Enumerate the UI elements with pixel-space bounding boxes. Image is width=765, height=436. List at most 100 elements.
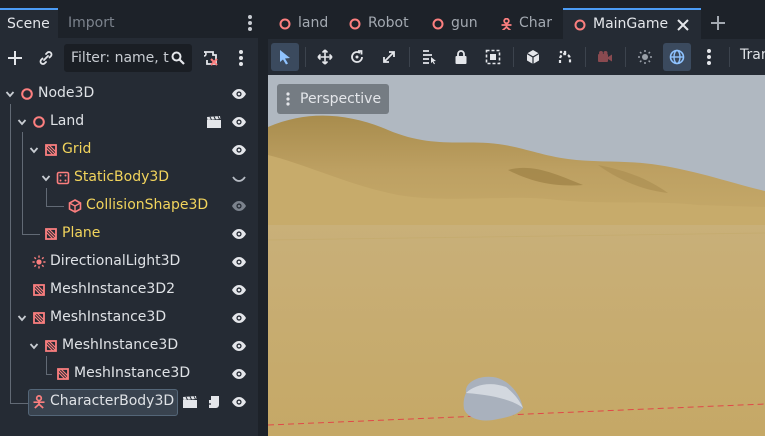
tree-item-label: CollisionShape3D [86,197,209,213]
tree-item-collisionshape3d[interactable]: CollisionShape3D [0,192,256,220]
scene-tab-bar: land Robot gun Char MainGame [268,8,765,39]
perspective-label: Perspective [300,91,382,107]
tree-item-label: Grid [62,141,92,157]
environment-menu-button[interactable] [695,43,723,71]
dock-tab-bar: Scene Import [0,0,262,38]
chevron-down-icon[interactable] [28,144,40,156]
clapperboard-icon[interactable] [206,115,222,129]
node3d-icon [349,18,361,30]
preview-environment-button[interactable] [663,43,691,71]
cursor-arrow-icon [280,50,290,65]
toolbar-separator [305,47,306,67]
preview-sun-button[interactable] [631,43,659,71]
visibility-icon[interactable] [231,171,247,185]
visibility-icon[interactable] [231,311,247,325]
scene-tab-label: Char [519,15,552,31]
transform-menu-label[interactable]: Tran [740,47,765,63]
add-node-icon[interactable] [2,45,28,71]
tree-item-plane[interactable]: Plane [0,220,256,248]
toolbar-separator [585,47,586,67]
kebab-menu-icon [286,92,290,106]
node3d-icon [32,115,46,129]
chevron-down-icon[interactable] [16,116,28,128]
tree-item-label: Node3D [38,85,95,101]
search-icon [171,51,185,65]
dock-splitter[interactable] [258,0,262,436]
snap-icon [558,50,572,63]
scene-tab-label: land [298,15,329,31]
close-icon[interactable] [676,18,690,32]
scale-mode-button[interactable] [375,43,403,71]
tree-item-label: Plane [62,225,101,241]
visibility-icon[interactable] [231,339,247,353]
attach-script-icon[interactable] [197,45,223,71]
3d-viewport[interactable]: Perspective [268,75,765,436]
chevron-down-icon[interactable] [40,172,52,184]
visibility-icon[interactable] [231,143,247,157]
camera-preview-button[interactable] [591,43,619,71]
node3d-icon [574,19,586,31]
visibility-icon[interactable] [231,115,247,129]
local-space-button[interactable] [519,43,547,71]
chevron-down-icon[interactable] [4,88,16,100]
move-icon [317,49,333,65]
tree-item-meshinstance3d2[interactable]: MeshInstance3D2 [0,276,256,304]
node3d-icon [20,87,34,101]
tab-import[interactable]: Import [68,9,114,37]
sun-icon [638,50,652,64]
tree-item-staticbody3d[interactable]: StaticBody3D [0,164,256,192]
mesh-instance-icon [32,311,46,325]
scene-tab-gun[interactable]: gun [421,9,489,39]
scene-menu-icon[interactable] [228,45,254,71]
dock-menu-icon[interactable] [244,12,256,34]
move-mode-button[interactable] [311,43,339,71]
mesh-instance-icon [32,283,46,297]
node3d-icon [279,18,291,30]
instance-scene-link-icon[interactable] [33,45,59,71]
clapperboard-icon[interactable] [182,395,198,409]
group-button[interactable] [479,43,507,71]
tree-item-grid[interactable]: Grid [0,136,256,164]
tree-item-directionallight3d[interactable]: DirectionalLight3D [0,248,256,276]
tree-item-meshinstance3d[interactable]: MeshInstance3D [0,332,256,360]
tree-item-meshinstance3d[interactable]: MeshInstance3D [0,304,256,332]
tree-item-meshinstance3d[interactable]: MeshInstance3D [0,360,256,388]
visibility-icon[interactable] [231,87,247,101]
chevron-down-icon[interactable] [28,340,40,352]
add-tab-icon[interactable] [710,15,726,31]
tab-scene[interactable]: Scene [0,8,58,38]
static-body-icon [56,171,70,185]
visibility-icon[interactable] [231,283,247,297]
visibility-icon[interactable] [231,199,247,213]
list-select-button[interactable] [415,43,443,71]
filter-nodes-field[interactable] [64,44,192,72]
select-mode-button[interactable] [271,43,299,71]
script-icon[interactable] [206,394,221,410]
lock-button[interactable] [447,43,475,71]
toolbar-separator [409,47,410,67]
tree-item-characterbody3d[interactable]: CharacterBody3D [0,388,256,416]
camera-icon [598,51,612,62]
perspective-menu-button[interactable]: Perspective [277,84,390,114]
chevron-down-icon[interactable] [16,312,28,324]
scene-tab-maingame[interactable]: MainGame [563,8,701,39]
kebab-menu-icon [707,49,711,65]
viewport-toolbar [268,39,765,75]
scene-tab-robot[interactable]: Robot [338,9,416,39]
visibility-icon[interactable] [231,255,247,269]
tree-item-label: DirectionalLight3D [50,253,181,269]
scene-tab-land[interactable]: land [268,9,338,39]
scene-tab-char[interactable]: Char [489,9,563,39]
toolbar-separator [729,47,730,67]
snap-button[interactable] [551,43,579,71]
scene-tab-label: MainGame [593,16,669,32]
filter-input[interactable] [71,45,169,71]
sun-icon [32,255,46,269]
tree-item-node3d[interactable]: Node3D [0,80,256,108]
visibility-icon[interactable] [231,395,247,409]
visibility-icon[interactable] [231,367,247,381]
visibility-icon[interactable] [231,227,247,241]
rotate-mode-button[interactable] [343,43,371,71]
mesh-instance-icon [56,367,70,381]
tree-item-land[interactable]: Land [0,108,256,136]
